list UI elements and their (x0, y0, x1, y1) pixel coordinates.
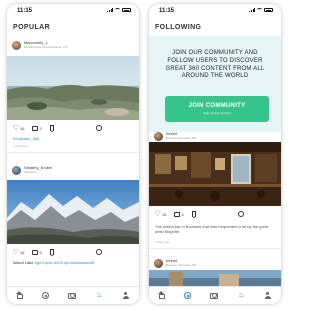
comment-count: 4 (39, 249, 42, 255)
share-icon (95, 125, 102, 131)
post-photo-mountains[interactable] (7, 180, 139, 244)
post-time: 3 days ago (155, 240, 170, 244)
comment-button[interactable]: 4 (174, 211, 184, 217)
profile-icon[interactable] (264, 292, 271, 299)
post-actions: 16 3 (13, 124, 102, 132)
avatar[interactable] (154, 258, 163, 268)
section-title: POPULAR (13, 24, 51, 31)
status-bar: 11:15 (7, 4, 139, 18)
avatar[interactable] (154, 131, 163, 141)
post-location: unknown (24, 169, 37, 174)
share-button[interactable] (95, 249, 102, 255)
share-button[interactable] (237, 211, 244, 217)
status-time: 11:15 (17, 8, 33, 14)
post-header[interactable]: Inhnet Brussels, Brussels, BE (154, 129, 196, 143)
share-icon (95, 249, 102, 255)
wifi-icon (257, 8, 262, 12)
bookmark-icon (49, 125, 54, 132)
join-community-button[interactable]: JOIN COMMUNITY Sign up and connect (165, 96, 269, 122)
tab-bar (149, 286, 281, 304)
bookmark-button[interactable] (49, 125, 54, 132)
join-button-sub: Sign up and connect (203, 111, 231, 115)
post-header[interactable]: Inhnet Brussels, Brussels, BE (154, 256, 196, 270)
comment-icon (32, 125, 39, 131)
post-header[interactable]: Stealthy_Erubin unknown (12, 163, 52, 177)
battery-icon (264, 8, 273, 12)
status-icons (107, 8, 131, 12)
camera-icon[interactable] (210, 292, 219, 299)
share-button[interactable] (95, 125, 102, 131)
popular-screen: 11:15 POPULAR Manxolotis_1 Goodbye-the-G… (7, 4, 139, 304)
join-button-label: JOIN COMMUNITY (188, 103, 246, 109)
post-location: Goodbye-the-Good Reserve, NV (24, 44, 68, 49)
avatar[interactable] (12, 165, 21, 175)
camera-icon[interactable] (68, 292, 77, 299)
post-time: 4 days ago (13, 144, 28, 148)
caption-tags[interactable]: #go tripvw #400 #photowhatsstuff (35, 260, 95, 265)
heart-icon (155, 211, 161, 217)
post-caption[interactable]: Island Lake #go tripvw #400 #photowhatss… (13, 260, 133, 265)
comment-count: 3 (39, 125, 42, 131)
signal-icon (107, 8, 113, 12)
join-community-banner: JOIN OUR COMMUNITY AND FOLLOW USERS TO D… (149, 36, 281, 132)
signal-icon (249, 8, 255, 12)
post-caption[interactable]: #Solpaiiin_360 (13, 136, 39, 141)
status-icons (249, 8, 273, 12)
comment-icon (174, 211, 181, 217)
caption-user: Island Lake (13, 260, 34, 265)
fire-icon[interactable] (96, 292, 103, 299)
heart-icon (13, 249, 19, 255)
post-actions: 16 4 (155, 210, 244, 218)
like-count: 16 (20, 249, 25, 255)
bookmark-button[interactable] (49, 249, 54, 256)
post-header[interactable]: Manxolotis_1 Goodbye-the-Good Reserve, N… (12, 38, 68, 52)
divider (7, 152, 139, 153)
post-location: Brussels, Brussels, BE (166, 135, 197, 140)
like-button[interactable]: 16 (13, 249, 25, 255)
bookmark-icon (191, 211, 196, 218)
post-photo-preview[interactable] (149, 270, 281, 286)
comment-button[interactable]: 3 (32, 125, 42, 131)
following-screen: 11:15 FOLLOWING JOIN OUR COMMUNITY AND F… (149, 4, 281, 304)
bookmark-icon (49, 249, 54, 256)
like-count: 16 (162, 211, 167, 217)
fire-icon[interactable] (238, 292, 245, 299)
like-count: 16 (20, 125, 25, 131)
post-actions: 16 4 (13, 248, 102, 256)
heart-icon (13, 125, 19, 131)
post-photo-coast[interactable] (7, 56, 139, 120)
battery-icon (122, 8, 131, 12)
join-text: JOIN OUR COMMUNITY AND FOLLOW USERS TO D… (165, 50, 265, 80)
profile-icon[interactable] (122, 292, 129, 299)
tab-bar (7, 286, 139, 304)
compass-icon[interactable] (184, 292, 192, 299)
comment-icon (32, 249, 39, 255)
comment-count: 4 (181, 211, 184, 217)
divider (149, 248, 281, 249)
post-location: Brussels, Brussels, BE (166, 262, 197, 267)
post-photo-bar[interactable] (149, 142, 281, 206)
section-title: FOLLOWING (155, 24, 202, 31)
compass-icon[interactable] (42, 292, 50, 299)
comment-button[interactable]: 4 (32, 249, 42, 255)
status-bar: 11:15 (149, 4, 281, 18)
post-caption: The oldest bar in Brussels that was freq… (155, 224, 269, 235)
status-time: 11:15 (159, 8, 175, 14)
avatar[interactable] (12, 40, 21, 50)
like-button[interactable]: 16 (13, 125, 25, 131)
like-button[interactable]: 16 (155, 211, 167, 217)
bookmark-button[interactable] (191, 211, 196, 218)
home-icon[interactable] (158, 291, 165, 299)
home-icon[interactable] (16, 291, 23, 299)
wifi-icon (115, 8, 120, 12)
share-icon (237, 211, 244, 217)
